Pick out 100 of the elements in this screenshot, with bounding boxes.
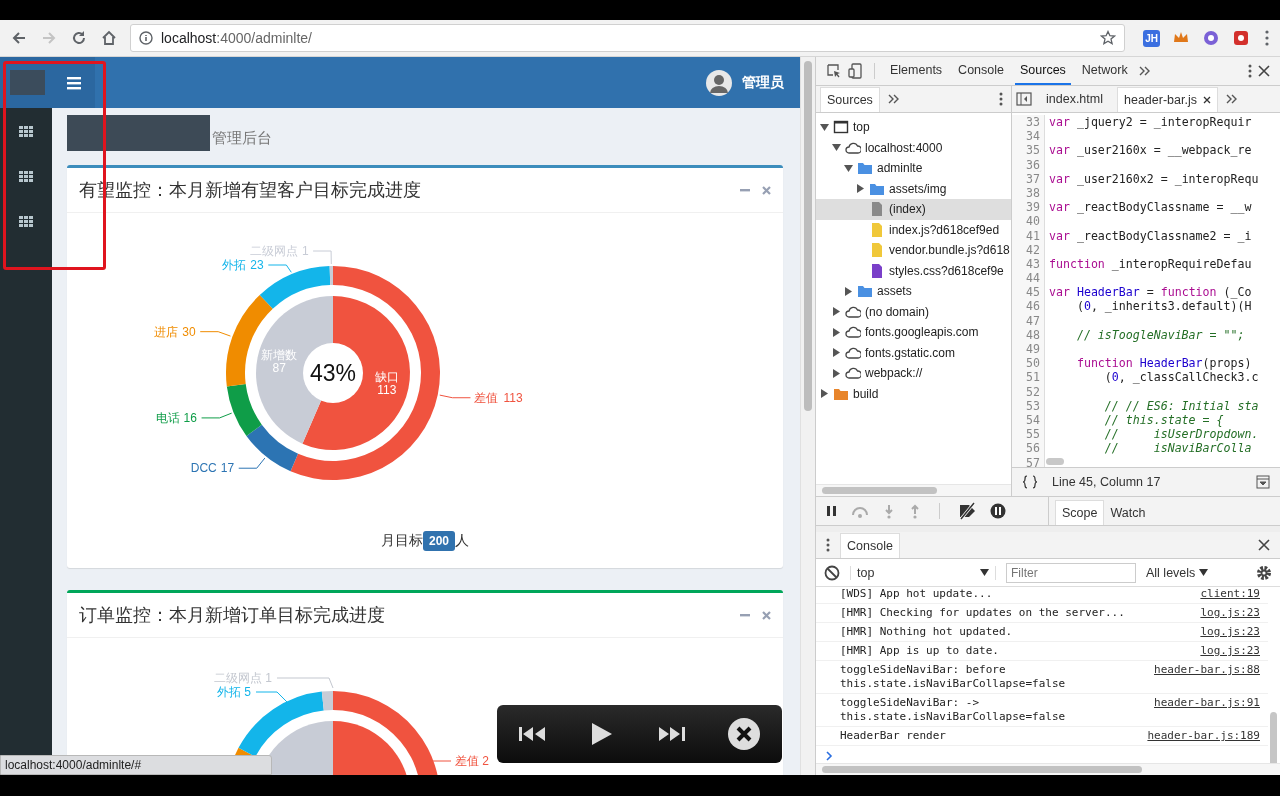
expand-arrow-icon[interactable]	[844, 286, 853, 296]
context-dropdown[interactable]: top	[850, 565, 996, 580]
previous-icon[interactable]	[518, 725, 547, 743]
settings-icon[interactable]	[1256, 564, 1272, 581]
tree-item[interactable]: build	[816, 383, 1011, 404]
deactivate-breakpoints-icon[interactable]	[958, 502, 976, 520]
extension-icon[interactable]	[1232, 29, 1250, 47]
source-link[interactable]: header-bar.js:189	[1147, 729, 1260, 743]
more-tabs-icon[interactable]	[1225, 93, 1237, 105]
device-icon[interactable]	[848, 63, 864, 79]
toggle-panel-icon[interactable]	[1256, 475, 1270, 489]
avatar-icon[interactable]	[706, 69, 732, 96]
code-line: var _user2160x = __webpack_re	[1048, 143, 1252, 158]
tree-item[interactable]: (index)	[816, 199, 1011, 220]
source-link[interactable]: log.js:23	[1200, 606, 1260, 620]
file-icon	[869, 262, 885, 279]
code-line: // isToogleNaviBar = "";	[1075, 327, 1245, 342]
file-tab[interactable]: index.html	[1040, 87, 1109, 111]
close-icon[interactable]	[1202, 95, 1211, 104]
tree-item[interactable]: fonts.googleapis.com	[816, 322, 1011, 343]
expand-arrow-icon[interactable]	[832, 327, 841, 337]
bookmark-star-icon[interactable]	[1100, 30, 1117, 46]
prompt-icon[interactable]	[826, 751, 833, 761]
tree-item[interactable]: assets/img	[816, 178, 1011, 199]
footer-label: 月目标	[381, 531, 423, 550]
page-subtitle: 管理后台	[212, 129, 272, 148]
tree-item[interactable]: assets	[816, 281, 1011, 302]
tree-item[interactable]: (no domain)	[816, 301, 1011, 322]
more-tabs-icon[interactable]	[1138, 65, 1150, 77]
chart-label: 差值	[474, 390, 499, 405]
close-icon[interactable]	[728, 718, 761, 750]
reload-icon[interactable]	[70, 29, 88, 47]
tree-item[interactable]: fonts.gstatic.com	[816, 342, 1011, 363]
scrollbar[interactable]	[800, 57, 815, 775]
file-icon	[869, 221, 885, 238]
tree-item[interactable]: webpack://	[816, 363, 1011, 384]
extension-icon[interactable]	[1202, 29, 1220, 47]
drawer-tab[interactable]: Console	[840, 532, 900, 558]
tree-item[interactable]: index.js?d618cef9ed	[816, 219, 1011, 240]
tree-item[interactable]: adminlte	[816, 158, 1011, 179]
chart-label: 进店	[154, 324, 179, 339]
kebab-menu-icon[interactable]	[1248, 64, 1252, 78]
grid-icon[interactable]	[19, 216, 33, 227]
scrollbar[interactable]	[1270, 712, 1277, 763]
tree-item[interactable]: styles.css?d618cef9e	[816, 260, 1011, 281]
pause-exceptions-icon[interactable]	[990, 503, 1006, 519]
source-link[interactable]: log.js:23	[1200, 625, 1260, 639]
source-link[interactable]: header-bar.js:88	[1154, 663, 1260, 691]
sidebar-tab[interactable]: Watch	[1104, 501, 1152, 525]
expand-arrow-icon[interactable]	[820, 389, 829, 399]
levels-dropdown[interactable]: All levels	[1146, 565, 1209, 580]
pretty-print-icon[interactable]	[1022, 475, 1038, 489]
filter-field[interactable]: Filter	[1006, 562, 1136, 583]
sidebar-tab[interactable]: Scope	[1055, 500, 1105, 525]
more-tabs-icon[interactable]	[887, 93, 899, 105]
tree-item[interactable]: localhost:4000	[816, 137, 1011, 158]
chart-label: 外拓 5	[217, 685, 251, 699]
collapse-arrow-icon[interactable]	[844, 163, 853, 173]
scrollbar[interactable]	[816, 484, 1011, 496]
menu-icon[interactable]	[1264, 29, 1270, 47]
file-tab[interactable]: header-bar.js	[1117, 86, 1218, 112]
home-icon[interactable]	[100, 29, 118, 47]
collapse-arrow-icon[interactable]	[820, 122, 829, 132]
devtools-tab[interactable]: Elements	[885, 57, 948, 85]
pause-icon[interactable]	[826, 505, 837, 517]
expand-arrow-icon[interactable]	[856, 184, 865, 194]
expand-arrow-icon[interactable]	[832, 368, 841, 378]
next-icon[interactable]	[657, 725, 686, 743]
leader-line	[267, 264, 292, 273]
source-link[interactable]: log.js:23	[1200, 644, 1260, 658]
play-icon[interactable]	[589, 722, 614, 746]
devtools-tab[interactable]: Console	[953, 57, 1009, 85]
menu-icon[interactable]	[67, 75, 81, 90]
navigator-tab[interactable]: Sources	[820, 86, 880, 112]
user-name[interactable]: 管理员	[742, 73, 784, 92]
grid-icon[interactable]	[19, 171, 33, 182]
close-icon[interactable]	[1258, 539, 1270, 551]
scrollbar[interactable]	[1046, 458, 1064, 465]
inspect-icon[interactable]	[826, 63, 842, 79]
expand-arrow-icon[interactable]	[832, 348, 841, 358]
source-link[interactable]: header-bar.js:91	[1154, 696, 1260, 724]
grid-icon[interactable]	[19, 126, 33, 137]
close-icon[interactable]	[1258, 65, 1270, 77]
expand-arrow-icon[interactable]	[832, 307, 841, 317]
source-link[interactable]: client:19	[1200, 587, 1260, 601]
leader-line	[312, 250, 332, 265]
console-message: HeaderBar render	[840, 729, 947, 743]
clear-console-icon[interactable]	[824, 564, 840, 581]
info-icon[interactable]	[139, 31, 153, 45]
toggle-navigator-icon[interactable]	[1016, 92, 1032, 106]
kebab-menu-icon[interactable]	[999, 92, 1003, 106]
code-line: var HeaderBar = function (_Co	[1048, 285, 1252, 300]
address-bar[interactable]: localhost:4000/adminlte/	[130, 24, 1126, 52]
extension-button[interactable]: JH	[1143, 29, 1160, 47]
kebab-menu-icon[interactable]	[826, 538, 830, 552]
collapse-arrow-icon[interactable]	[832, 143, 841, 153]
tree-item[interactable]: vendor.bundle.js?d618	[816, 240, 1011, 261]
scrollbar[interactable]	[816, 763, 1280, 775]
tree-item[interactable]: top	[816, 117, 1011, 138]
devtools-tab[interactable]: Network	[1076, 57, 1133, 85]
